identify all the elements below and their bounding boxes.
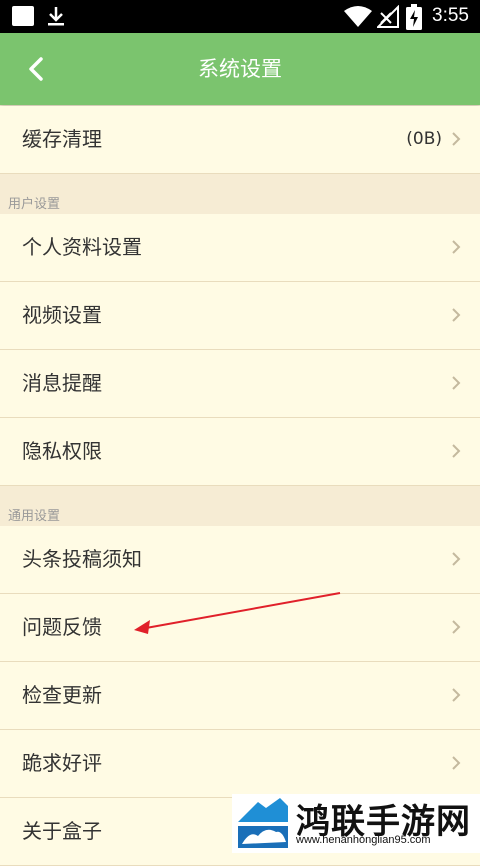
chevron-right-icon [452, 308, 461, 322]
list-item-privacy[interactable]: 隐私权限 [0, 418, 480, 486]
chevron-right-icon [452, 756, 461, 770]
list-item-notifications[interactable]: 消息提醒 [0, 350, 480, 418]
list-item-label: 消息提醒 [22, 371, 102, 395]
list-item-feedback[interactable]: 问题反馈 [0, 594, 480, 662]
status-time: 3:55 [432, 5, 469, 26]
list-item-label: 检查更新 [22, 683, 102, 707]
chevron-right-icon [452, 552, 461, 566]
download-icon [48, 7, 64, 26]
chevron-right-icon [452, 620, 461, 634]
list-item-video[interactable]: 视频设置 [0, 282, 480, 350]
watermark-logo-icon [238, 798, 288, 848]
list-item-label: 关于盒子 [22, 819, 102, 843]
app-bar: 系统设置 [0, 33, 480, 105]
wifi-icon [344, 6, 372, 27]
chevron-right-icon [452, 688, 461, 702]
list-item-rate-app[interactable]: 跪求好评 [0, 730, 480, 798]
cache-clear-label: 缓存清理 [22, 127, 102, 151]
chevron-right-icon [452, 240, 461, 254]
notification-icon [12, 6, 34, 26]
chevron-right-icon [452, 132, 461, 146]
watermark: 鸿联手游网 www.henanhonglian95.com [232, 794, 480, 853]
watermark-url: www.henanhonglian95.com [296, 834, 431, 846]
list-item-check-update[interactable]: 检查更新 [0, 662, 480, 730]
list-item-label: 跪求好评 [22, 751, 102, 775]
list-item-profile[interactable]: 个人资料设置 [0, 214, 480, 282]
section-header-label: 用户设置 [8, 197, 61, 212]
list-item-label: 头条投稿须知 [22, 547, 142, 571]
list-item-label: 个人资料设置 [22, 235, 142, 259]
section-header-label: 通用设置 [8, 509, 61, 524]
page-title: 系统设置 [198, 57, 282, 81]
list-item-label: 视频设置 [22, 303, 102, 327]
chevron-right-icon [452, 444, 461, 458]
cache-size-value: (0B) [406, 129, 442, 149]
cache-clear-row[interactable]: 缓存清理 (0B) [0, 106, 480, 174]
status-bar: 3:55 [0, 0, 480, 33]
battery-icon [406, 4, 422, 30]
list-item-label: 隐私权限 [22, 439, 102, 463]
list-item-label: 问题反馈 [22, 615, 102, 639]
list-item-submission-guide[interactable]: 头条投稿须知 [0, 526, 480, 594]
chevron-right-icon [452, 376, 461, 390]
signal-icon [377, 5, 399, 28]
